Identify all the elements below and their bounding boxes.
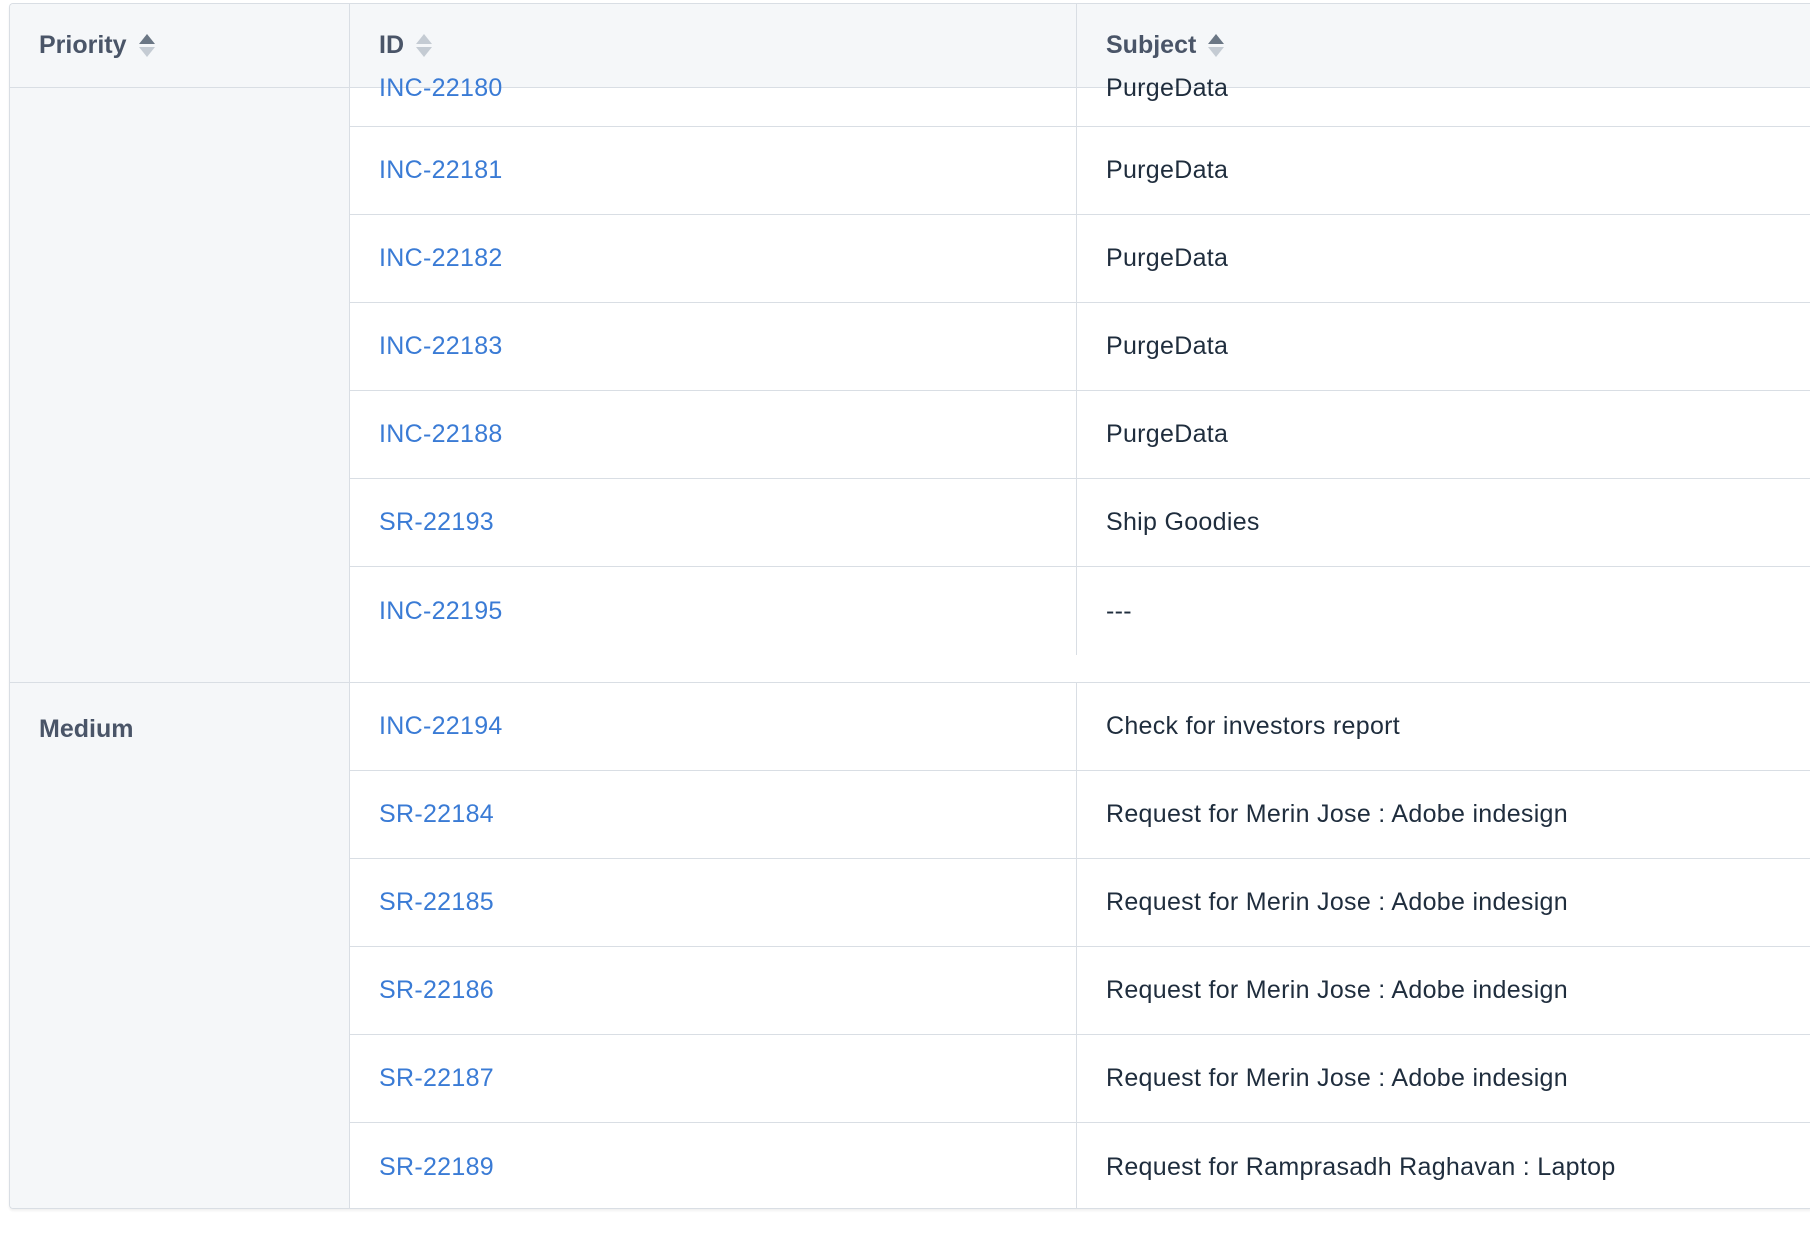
priority-group-cell: Medium <box>10 683 350 1208</box>
ticket-id-link[interactable]: INC-22180 <box>350 63 1077 126</box>
ticket-subject: --- <box>1106 596 1132 625</box>
ticket-id-link[interactable]: SR-22186 <box>350 947 1077 1034</box>
ticket-id-link[interactable]: SR-22185 <box>350 859 1077 946</box>
table-row[interactable]: INC-22182 PurgeData <box>350 215 1810 303</box>
table-row[interactable]: SR-22185 Request for Merin Jose : Adobe … <box>350 859 1810 947</box>
column-header-label: ID <box>379 31 404 59</box>
column-header-priority[interactable]: Priority <box>10 4 350 87</box>
ticket-subject: Ship Goodies <box>1106 508 1260 536</box>
ticket-subject: PurgeData <box>1106 420 1229 448</box>
table-row[interactable]: INC-22194 Check for investors report <box>350 683 1810 771</box>
table-row[interactable]: SR-22186 Request for Merin Jose : Adobe … <box>350 947 1810 1035</box>
table-row[interactable]: INC-22183 PurgeData <box>350 303 1810 391</box>
table-row[interactable]: SR-22189 Request for Ramprasadh Raghavan… <box>350 1123 1810 1208</box>
table-row[interactable]: INC-22180 PurgeData <box>350 63 1810 127</box>
tickets-table: Priority ID Subject INC-22180 PurgeData <box>9 3 1810 1209</box>
column-header-label: Subject <box>1106 31 1197 59</box>
priority-group: Medium INC-22194 Check for investors rep… <box>10 683 1810 1208</box>
sort-asc-icon[interactable] <box>1208 34 1225 57</box>
column-header-label: Priority <box>39 31 127 59</box>
ticket-id-link[interactable]: SR-22189 <box>350 1123 1077 1208</box>
ticket-subject: PurgeData <box>1106 332 1229 360</box>
table-row[interactable]: INC-22195 --- <box>350 567 1810 655</box>
table-row[interactable]: SR-22193 Ship Goodies <box>350 479 1810 567</box>
sort-asc-icon[interactable] <box>138 34 155 57</box>
ticket-subject: Request for Ramprasadh Raghavan : Laptop <box>1106 1152 1616 1181</box>
table-row[interactable]: INC-22188 PurgeData <box>350 391 1810 479</box>
ticket-id-link[interactable]: INC-22181 <box>350 127 1077 214</box>
ticket-subject: PurgeData <box>1106 74 1229 102</box>
ticket-id-link[interactable]: INC-22182 <box>350 215 1077 302</box>
ticket-id-link[interactable]: SR-22193 <box>350 479 1077 566</box>
ticket-subject: Request for Merin Jose : Adobe indesign <box>1106 976 1568 1004</box>
sort-icon[interactable] <box>416 34 432 57</box>
table-row[interactable]: SR-22187 Request for Merin Jose : Adobe … <box>350 1035 1810 1123</box>
ticket-id-link[interactable]: INC-22194 <box>350 683 1077 770</box>
ticket-id-link[interactable]: INC-22188 <box>350 391 1077 478</box>
table-body: INC-22180 PurgeData INC-22181 PurgeData … <box>10 63 1810 1208</box>
table-row[interactable]: SR-22184 Request for Merin Jose : Adobe … <box>350 771 1810 859</box>
ticket-subject: Check for investors report <box>1106 712 1401 740</box>
priority-group-cell <box>10 88 350 682</box>
ticket-subject: Request for Merin Jose : Adobe indesign <box>1106 800 1568 828</box>
ticket-id-link[interactable]: SR-22187 <box>350 1035 1077 1122</box>
priority-group-label: Medium <box>39 715 134 743</box>
ticket-id-link[interactable]: SR-22184 <box>350 771 1077 858</box>
ticket-id-link[interactable]: INC-22195 <box>350 567 1077 655</box>
table-row[interactable]: INC-22181 PurgeData <box>350 127 1810 215</box>
ticket-subject: PurgeData <box>1106 156 1229 184</box>
ticket-subject: Request for Merin Jose : Adobe indesign <box>1106 1064 1568 1092</box>
ticket-subject: PurgeData <box>1106 244 1229 272</box>
priority-group: INC-22180 PurgeData INC-22181 PurgeData … <box>10 63 1810 683</box>
ticket-id-link[interactable]: INC-22183 <box>350 303 1077 390</box>
ticket-subject: Request for Merin Jose : Adobe indesign <box>1106 888 1568 916</box>
